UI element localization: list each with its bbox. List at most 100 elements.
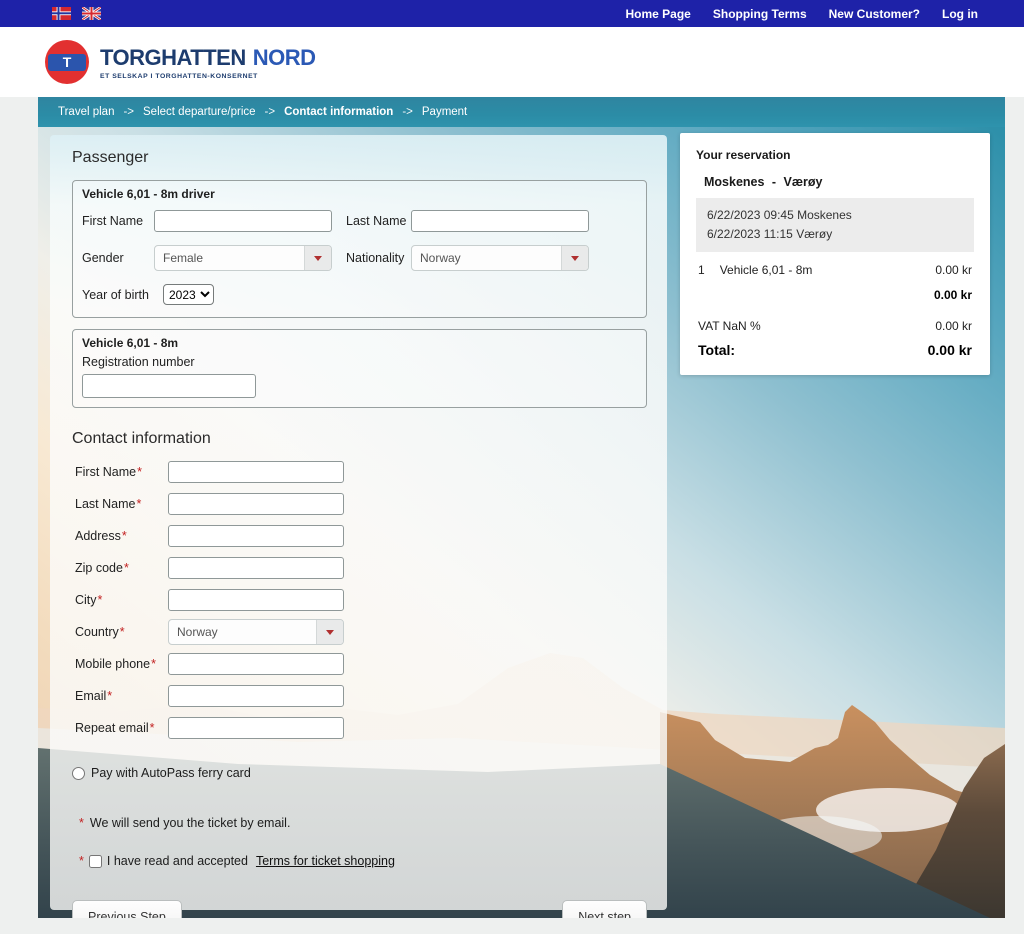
vehicle-fieldset-title: Vehicle 6,01 - 8m	[82, 336, 637, 350]
gender-label: Gender	[82, 251, 154, 265]
terms-checkbox[interactable]	[89, 855, 102, 868]
vehicle-fieldset: Vehicle 6,01 - 8m Registration number	[72, 329, 647, 408]
reservation-summary: Your reservation Moskenes - Værøy 6/22/2…	[680, 133, 990, 375]
contact-mobile-row: Mobile phone*	[75, 652, 647, 676]
breadcrumb-select-departure[interactable]: Select departure/price	[143, 106, 256, 118]
vat-label: VAT NaN %	[698, 319, 761, 333]
contact-city-row: City*	[75, 588, 647, 612]
breadcrumb-travel-plan[interactable]: Travel plan	[58, 106, 114, 118]
booking-form-panel: Passenger Vehicle 6,01 - 8m driver First…	[50, 135, 667, 910]
reservation-title: Your reservation	[696, 148, 974, 162]
nav-new-customer[interactable]: New Customer?	[829, 7, 920, 21]
norway-flag-icon[interactable]	[52, 7, 71, 20]
breadcrumb-separator: ->	[123, 106, 134, 118]
chevron-down-icon	[304, 246, 331, 270]
nav-home-page[interactable]: Home Page	[626, 7, 691, 21]
contact-zip-label: Zip code*	[75, 561, 168, 575]
reservation-departures: 6/22/2023 09:45 Moskenes 6/22/2023 11:15…	[696, 198, 974, 252]
previous-step-button[interactable]: Previous Step	[72, 900, 182, 918]
contact-email-row: Email*	[75, 684, 647, 708]
first-name-label: First Name	[82, 214, 154, 228]
item-price: 0.00 kr	[935, 263, 972, 277]
brand-tagline: ET SELSKAP I TORGHATTEN-KONSERNET	[100, 73, 316, 80]
contact-email-label: Email*	[75, 689, 168, 703]
item-quantity: 1	[698, 263, 705, 277]
contact-repeat-email-input[interactable]	[168, 717, 344, 739]
gender-dropdown[interactable]: Female	[154, 245, 332, 271]
breadcrumb-separator: ->	[402, 106, 413, 118]
driver-fieldset: Vehicle 6,01 - 8m driver First Name Last…	[72, 180, 647, 318]
contact-email-input[interactable]	[168, 685, 344, 707]
language-switcher	[52, 7, 101, 20]
breadcrumb-separator: ->	[265, 106, 276, 118]
reservation-line-item: 1 Vehicle 6,01 - 8m 0.00 kr	[696, 263, 974, 277]
contact-repeat-email-label: Repeat email*	[75, 721, 168, 735]
terms-acceptance: * I have read and accepted Terms for tic…	[78, 854, 647, 868]
form-actions: Previous Step Next step	[72, 900, 647, 918]
passenger-section-title: Passenger	[72, 149, 647, 167]
contact-city-label: City*	[75, 593, 168, 607]
top-bar: Home Page Shopping Terms New Customer? L…	[0, 0, 1024, 27]
total-label: Total:	[698, 342, 735, 358]
nav-shopping-terms[interactable]: Shopping Terms	[713, 7, 807, 21]
brand-name: TORGHATTEN	[100, 45, 246, 71]
registration-number-input[interactable]	[82, 374, 256, 398]
autopass-option: Pay with AutoPass ferry card	[72, 766, 647, 780]
contact-zip-row: Zip code*	[75, 556, 647, 580]
item-name: Vehicle 6,01 - 8m	[720, 263, 813, 277]
contact-mobile-label: Mobile phone*	[75, 657, 168, 671]
last-name-label: Last Name	[332, 214, 411, 228]
breadcrumb-contact-information[interactable]: Contact information	[284, 106, 393, 118]
departure-leg: 6/22/2023 09:45 Moskenes	[707, 206, 963, 225]
contact-country-row: Country* Norway	[75, 620, 647, 644]
driver-last-name-input[interactable]	[411, 210, 589, 232]
email-note-text: We will send you the ticket by email.	[90, 816, 291, 830]
vat-value: 0.00 kr	[935, 319, 972, 333]
contact-city-input[interactable]	[168, 589, 344, 611]
chevron-down-icon	[561, 246, 588, 270]
breadcrumb-payment[interactable]: Payment	[422, 106, 467, 118]
contact-first-name-row: First Name*	[75, 460, 647, 484]
autopass-label: Pay with AutoPass ferry card	[91, 766, 251, 780]
contact-last-name-row: Last Name*	[75, 492, 647, 516]
header: T TORGHATTEN NORD ET SELSKAP I TORGHATTE…	[0, 27, 1024, 97]
reservation-total-row: Total: 0.00 kr	[696, 342, 974, 358]
background-photo: Passenger Vehicle 6,01 - 8m driver First…	[38, 127, 1005, 918]
contact-zip-input[interactable]	[168, 557, 344, 579]
contact-first-name-input[interactable]	[168, 461, 344, 483]
top-navigation: Home Page Shopping Terms New Customer? L…	[626, 7, 979, 21]
page: Home Page Shopping Terms New Customer? L…	[0, 0, 1024, 934]
next-step-button[interactable]: Next step	[562, 900, 647, 918]
torghatten-logo-icon: T	[45, 40, 89, 84]
contact-country-label: Country*	[75, 625, 168, 639]
uk-flag-icon[interactable]	[82, 7, 101, 20]
contact-last-name-input[interactable]	[168, 493, 344, 515]
driver-first-name-input[interactable]	[154, 210, 332, 232]
contact-address-input[interactable]	[168, 525, 344, 547]
terms-text: I have read and accepted	[107, 854, 248, 868]
nationality-label: Nationality	[332, 251, 411, 265]
nationality-dropdown[interactable]: Norway	[411, 245, 589, 271]
driver-fieldset-title: Vehicle 6,01 - 8m driver	[82, 187, 637, 201]
gender-value: Female	[155, 246, 304, 270]
nav-log-in[interactable]: Log in	[942, 7, 978, 21]
chevron-down-icon	[316, 620, 343, 644]
contact-address-row: Address*	[75, 524, 647, 548]
autopass-radio[interactable]	[72, 767, 85, 780]
country-dropdown[interactable]: Norway	[168, 619, 344, 645]
contact-section-title: Contact information	[72, 430, 647, 448]
registration-number-label: Registration number	[82, 355, 637, 369]
year-of-birth-select[interactable]: 2023	[163, 284, 214, 305]
country-value: Norway	[169, 620, 316, 644]
contact-last-name-label: Last Name*	[75, 497, 168, 511]
email-ticket-note: * We will send you the ticket by email.	[78, 816, 647, 830]
main-content: Travel plan -> Select departure/price ->…	[38, 97, 1005, 918]
arrival-leg: 6/22/2023 11:15 Værøy	[707, 225, 963, 244]
contact-address-label: Address*	[75, 529, 168, 543]
brand-logo[interactable]: T TORGHATTEN NORD ET SELSKAP I TORGHATTE…	[45, 40, 316, 84]
contact-repeat-email-row: Repeat email*	[75, 716, 647, 740]
terms-link[interactable]: Terms for ticket shopping	[256, 854, 395, 868]
reservation-subtotal: 0.00 kr	[696, 288, 974, 302]
breadcrumb: Travel plan -> Select departure/price ->…	[38, 97, 1005, 127]
contact-mobile-input[interactable]	[168, 653, 344, 675]
